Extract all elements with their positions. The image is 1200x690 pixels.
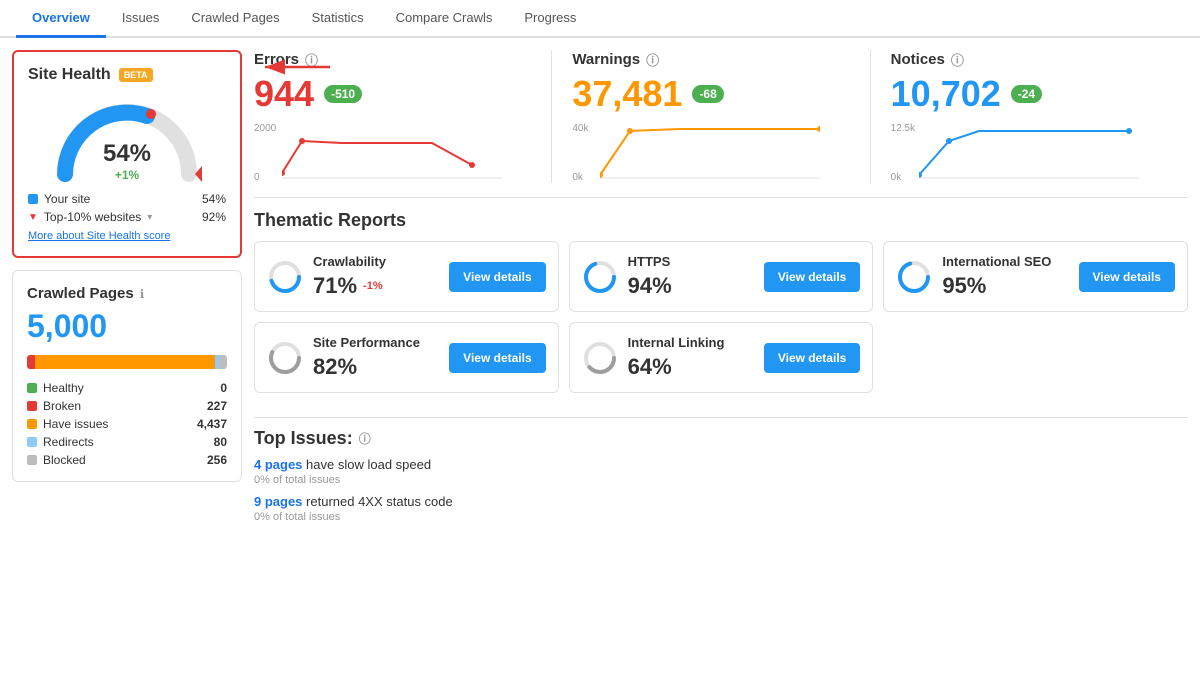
thematic-site-performance: Site Performance 82% View details xyxy=(254,322,559,393)
site-health-title: Site Health xyxy=(28,66,111,84)
site-health-card: Site Health BETA xyxy=(12,50,242,258)
issue-1-highlight[interactable]: 4 pages xyxy=(254,457,302,472)
gauge-change: +1% xyxy=(103,168,151,182)
site-perf-pct: 82% xyxy=(313,354,357,380)
https-pct: 94% xyxy=(628,273,672,299)
top-issues-info-icon[interactable]: ⓘ xyxy=(359,430,371,447)
site-perf-name: Site Performance xyxy=(313,335,420,350)
warnings-value: 37,481 xyxy=(572,73,682,115)
internal-link-name: Internal Linking xyxy=(628,335,725,350)
beta-badge: BETA xyxy=(119,68,153,82)
redirects-count: 80 xyxy=(214,435,227,449)
thematic-intl-seo: International SEO 95% View details xyxy=(883,241,1188,312)
errors-info-icon[interactable]: ⓘ xyxy=(305,50,318,69)
errors-value: 944 xyxy=(254,73,314,115)
notices-delta: -24 xyxy=(1011,85,1042,103)
top10-value: 92% xyxy=(202,210,226,224)
broken-label: Broken xyxy=(43,399,81,413)
thematic-crawlability: Crawlability 71% -1% View details xyxy=(254,241,559,312)
https-view-details[interactable]: View details xyxy=(764,262,860,292)
issues-label: Have issues xyxy=(43,417,108,431)
notices-chart: 12.5k 0k xyxy=(891,123,1168,183)
crawled-info-icon[interactable]: ℹ xyxy=(140,287,145,301)
top10-dropdown-icon: ▾ xyxy=(147,212,152,223)
internal-link-view-details[interactable]: View details xyxy=(764,343,860,373)
issue-2-sub: 0% of total issues xyxy=(254,511,1188,523)
intl-seo-pct: 95% xyxy=(942,273,986,299)
top-nav: Overview Issues Crawled Pages Statistics… xyxy=(0,0,1200,38)
internal-link-pct: 64% xyxy=(628,354,672,380)
errors-label: Errors xyxy=(254,51,299,68)
thematic-title: Thematic Reports xyxy=(254,210,1188,231)
issue-2-text: returned 4XX status code xyxy=(306,494,453,509)
issue-1-sub: 0% of total issues xyxy=(254,474,1188,486)
https-name: HTTPS xyxy=(628,254,672,269)
notices-label: Notices xyxy=(891,51,945,68)
redirects-dot xyxy=(27,437,37,447)
intl-seo-view-details[interactable]: View details xyxy=(1079,262,1175,292)
tab-statistics[interactable]: Statistics xyxy=(296,0,380,38)
warnings-metric: Warnings ⓘ 37,481 -68 40k 0k xyxy=(552,50,870,183)
issue-item-1: 4 pages have slow load speed 0% of total… xyxy=(254,457,1188,486)
warnings-info-icon[interactable]: ⓘ xyxy=(646,50,659,69)
redirects-label: Redirects xyxy=(43,435,94,449)
more-about-link[interactable]: More about Site Health score xyxy=(28,230,226,242)
errors-chart: 2000 0 xyxy=(254,123,531,183)
top-issues-section: Top Issues: ⓘ 4 pages have slow load spe… xyxy=(254,417,1188,531)
issue-1-text: have slow load speed xyxy=(306,457,431,472)
crawlability-delta: -1% xyxy=(363,280,383,292)
issues-count: 4,437 xyxy=(197,417,227,431)
blocked-dot xyxy=(27,455,37,465)
your-site-dot xyxy=(28,194,38,204)
top10-label: Top-10% websites xyxy=(44,210,141,224)
healthy-count: 0 xyxy=(220,381,227,395)
tab-overview[interactable]: Overview xyxy=(16,0,106,38)
crawlability-pct: 71% xyxy=(313,273,357,299)
your-site-label: Your site xyxy=(44,192,90,206)
thematic-https: HTTPS 94% View details xyxy=(569,241,874,312)
notices-value: 10,702 xyxy=(891,73,1001,115)
warnings-delta: -68 xyxy=(692,85,723,103)
warnings-chart: 40k 0k xyxy=(572,123,849,183)
site-perf-view-details[interactable]: View details xyxy=(449,343,545,373)
errors-metric: Errors ⓘ 944 -510 2000 0 xyxy=(254,50,552,183)
notices-metric: Notices ⓘ 10,702 -24 12.5k 0k xyxy=(871,50,1188,183)
crawled-pages-card: Crawled Pages ℹ 5,000 Healthy xyxy=(12,270,242,482)
your-site-value: 54% xyxy=(202,192,226,206)
issues-dot xyxy=(27,419,37,429)
thematic-reports-section: Thematic Reports Crawlability xyxy=(254,210,1188,405)
top10-arrow-icon: ▼ xyxy=(28,212,38,223)
blocked-count: 256 xyxy=(207,453,227,467)
crawlability-name: Crawlability xyxy=(313,254,386,269)
healthy-label: Healthy xyxy=(43,381,84,395)
tab-compare-crawls[interactable]: Compare Crawls xyxy=(380,0,509,38)
thematic-internal-linking: Internal Linking 64% View details xyxy=(569,322,874,393)
notices-info-icon[interactable]: ⓘ xyxy=(951,50,964,69)
metrics-row: Errors ⓘ 944 -510 2000 0 xyxy=(254,50,1188,198)
broken-dot xyxy=(27,401,37,411)
errors-delta: -510 xyxy=(324,85,362,103)
intl-seo-name: International SEO xyxy=(942,254,1051,269)
healthy-dot xyxy=(27,383,37,393)
gauge-percentage: 54% xyxy=(103,140,151,168)
tab-issues[interactable]: Issues xyxy=(106,0,176,38)
crawlability-view-details[interactable]: View details xyxy=(449,262,545,292)
blocked-label: Blocked xyxy=(43,453,86,467)
broken-count: 227 xyxy=(207,399,227,413)
tab-progress[interactable]: Progress xyxy=(508,0,592,38)
issue-2-highlight[interactable]: 9 pages xyxy=(254,494,302,509)
tab-crawled-pages[interactable]: Crawled Pages xyxy=(175,0,295,38)
top-issues-title: Top Issues: xyxy=(254,428,353,449)
crawled-number: 5,000 xyxy=(27,308,227,345)
crawled-progress-bar xyxy=(27,355,227,369)
crawled-title: Crawled Pages xyxy=(27,285,134,302)
warnings-label: Warnings xyxy=(572,51,640,68)
issue-item-2: 9 pages returned 4XX status code 0% of t… xyxy=(254,494,1188,523)
